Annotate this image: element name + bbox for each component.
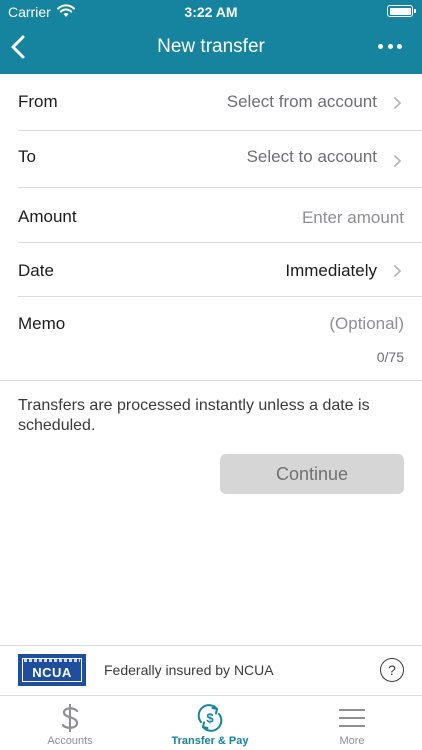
help-icon[interactable]: ? [380, 658, 404, 682]
memo-input[interactable]: (Optional) [329, 314, 404, 334]
to-account-value: Select to account [246, 147, 377, 166]
transfer-icon: $ [197, 704, 223, 732]
date-label: Date [18, 261, 54, 280]
tab-transfer-pay-label: Transfer & Pay [171, 735, 249, 747]
to-account-row[interactable]: To Select to account [0, 131, 422, 187]
ncua-logo: NCUA [18, 654, 86, 686]
from-account-value: Select from account [226, 92, 377, 111]
chevron-right-icon [394, 155, 402, 167]
menu-icon [339, 709, 365, 727]
amount-row[interactable]: Amount Enter amount [0, 188, 422, 242]
date-row[interactable]: Date Immediately [0, 243, 422, 296]
continue-button[interactable]: Continue [220, 454, 404, 494]
chevron-right-icon [394, 265, 402, 277]
memo-label: Memo [18, 314, 66, 333]
tab-more-label: More [339, 735, 365, 747]
tab-accounts-label: Accounts [47, 735, 93, 747]
app-header: Carrier 3:22 AM New transfer [0, 0, 422, 74]
tab-accounts[interactable]: Accounts [0, 695, 140, 750]
memo-row[interactable]: Memo (Optional) 0/75 [0, 297, 422, 380]
amount-label: Amount [18, 207, 77, 226]
status-bar: Carrier 3:22 AM [0, 0, 422, 24]
battery-icon [387, 5, 416, 17]
transfer-info-note: Transfers are processed instantly unless… [18, 397, 370, 434]
memo-char-counter: 0/75 [376, 349, 404, 365]
divider [0, 380, 422, 381]
date-value: Immediately [285, 261, 377, 280]
page-title: New transfer [157, 36, 265, 57]
more-options-icon[interactable] [378, 44, 402, 50]
chevron-right-icon [394, 97, 402, 109]
from-account-row[interactable]: From Select from account [0, 74, 422, 131]
svg-text:$: $ [206, 711, 214, 726]
from-label: From [18, 92, 58, 111]
ncua-insured-text: Federally insured by NCUA [104, 662, 274, 678]
ncua-logo-text: NCUA [32, 665, 72, 680]
dollar-icon [61, 704, 79, 732]
ncua-insurance-bar: NCUA Federally insured by NCUA ? [0, 645, 422, 695]
status-time: 3:22 AM [184, 4, 238, 20]
tab-more[interactable]: More [282, 695, 422, 750]
amount-input[interactable]: Enter amount [302, 208, 404, 228]
tab-transfer-pay[interactable]: $ Transfer & Pay [140, 695, 280, 750]
tab-bar: Accounts $ Transfer & Pay More [0, 695, 422, 750]
to-label: To [18, 147, 36, 166]
